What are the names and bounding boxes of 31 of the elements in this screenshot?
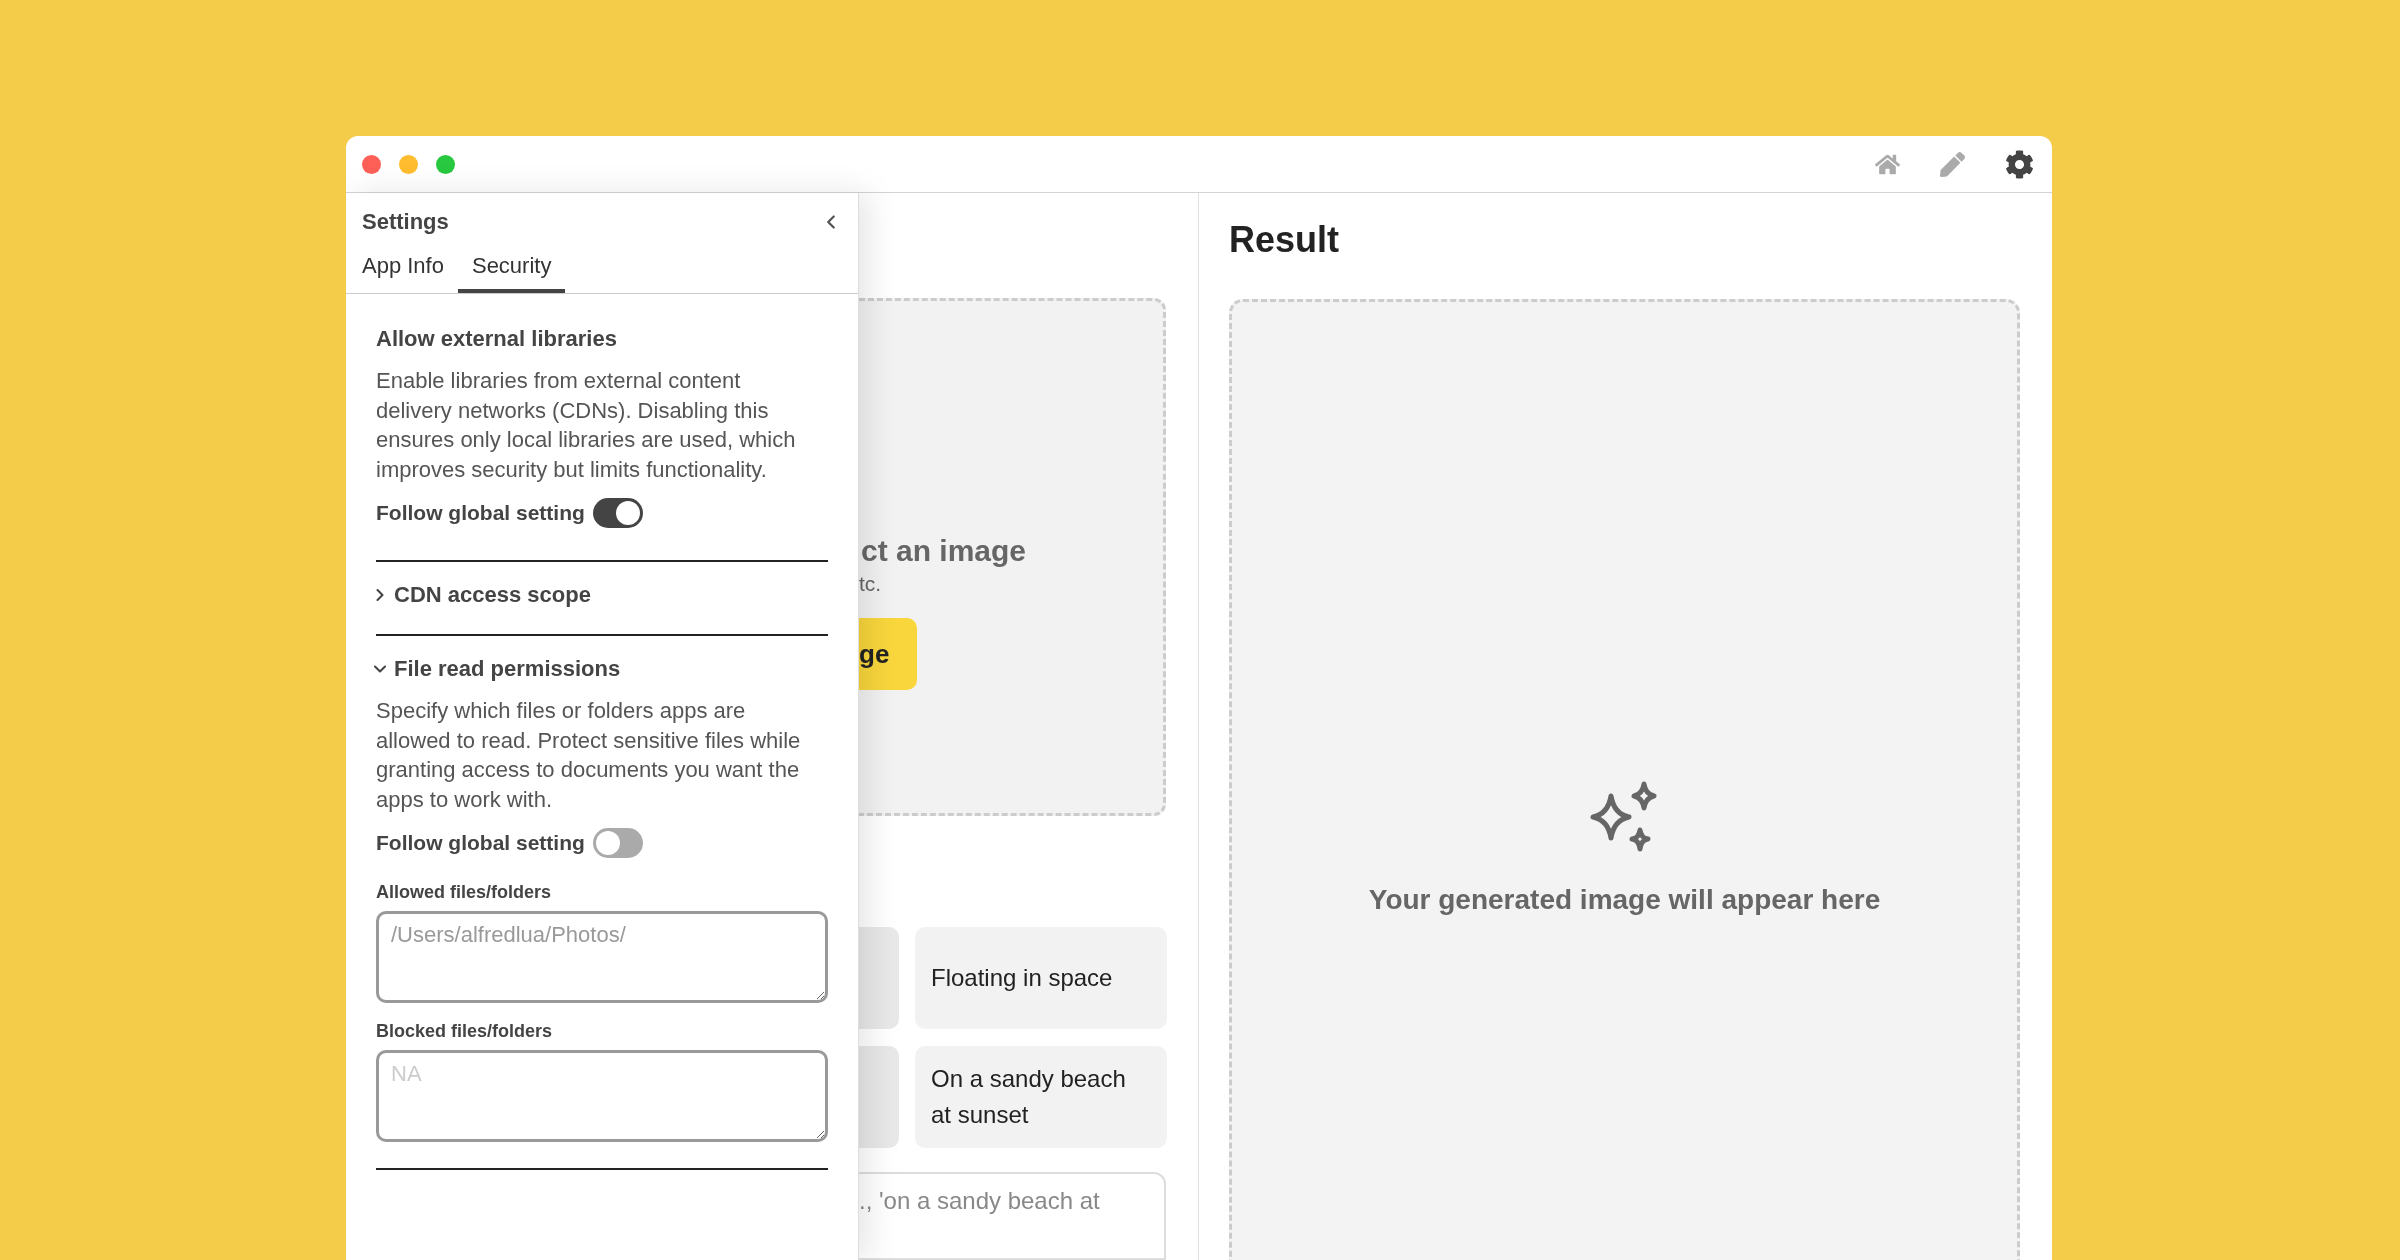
zoom-button[interactable] (436, 154, 455, 174)
result-title: Result (1229, 219, 1341, 261)
section-header[interactable]: File read permissions (370, 656, 621, 682)
field-label: Allowed files/folders (376, 882, 553, 903)
prompt-field[interactable]: ., 'on a sandy beach at (859, 1172, 1166, 1260)
section-description: Specify which files or folders apps are allowed to read. Protect sensitive files while granting access to documents you want the apps to work with. (376, 697, 802, 814)
tab[interactable]: Security (457, 241, 566, 293)
result-placeholder-text: Your generated image will appear here (1368, 884, 1881, 916)
pencil-icon (1940, 151, 1965, 177)
section-title: Allow external libraries (376, 326, 618, 352)
close-button[interactable] (362, 154, 381, 174)
suggestion-card[interactable]: On a sandy beach at sunset (915, 1046, 1167, 1149)
upload-hint: tc. (859, 572, 883, 597)
upload-title: ct an image (860, 534, 1028, 569)
suggestion-card[interactable] (859, 927, 899, 1030)
suggestion-card[interactable]: Floating in space (915, 927, 1167, 1030)
minimize-button[interactable] (399, 154, 418, 174)
field-label: Blocked files/folders (376, 1021, 554, 1042)
tab[interactable]: App Info (346, 241, 458, 293)
settings-icon (2005, 149, 2034, 179)
section-header[interactable]: CDN access scope (370, 582, 591, 608)
suggestion-card[interactable] (859, 1046, 899, 1149)
upload-dropzone[interactable]: ct an image tc. ge (859, 298, 1166, 817)
toggle-switch[interactable] (592, 498, 643, 528)
toggle-label: Follow global setting (376, 831, 585, 855)
panel-title: Settings (362, 209, 449, 235)
upload-button[interactable]: ge (859, 618, 917, 691)
toggle-switch[interactable] (592, 828, 643, 858)
toggle-label: Follow global setting (376, 501, 585, 525)
section-description: Enable libraries from external content delivery networks (CDNs). Disabling this ensures only local libraries are used, which improves security but limits functionality. (376, 367, 797, 484)
toolbar-button[interactable] (2005, 149, 2034, 179)
